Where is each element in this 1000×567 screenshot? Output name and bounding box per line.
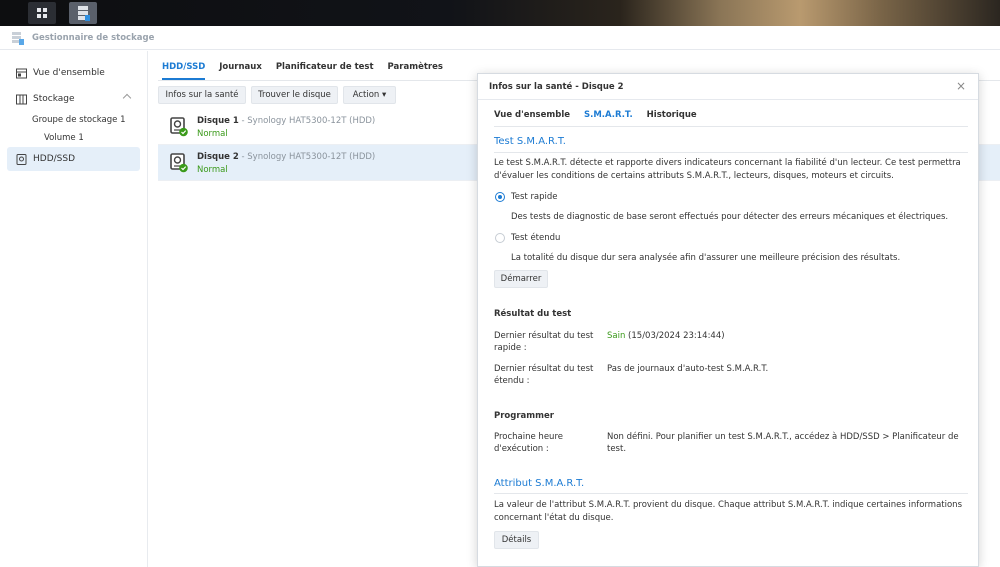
storage-icon xyxy=(16,94,27,104)
details-button[interactable]: Détails xyxy=(494,531,539,549)
main-menu-button[interactable] xyxy=(28,2,56,24)
storage-manager-taskbar-button[interactable] xyxy=(69,2,97,24)
smart-test-title: Test S.M.A.R.T. xyxy=(494,136,566,147)
taskbar xyxy=(0,0,1000,26)
tab-smart[interactable]: S.M.A.R.T. xyxy=(584,110,633,120)
dialog-tabs: Vue d'ensemble S.M.A.R.T. Historique xyxy=(494,110,711,120)
sidebar-item-storage[interactable]: Stockage xyxy=(7,87,140,111)
quick-test-radio[interactable] xyxy=(495,192,505,202)
sidebar-item-label: Stockage xyxy=(33,94,75,104)
chevron-up-icon[interactable] xyxy=(122,93,132,103)
section-divider xyxy=(494,493,968,494)
disk-model: - Synology HAT5300-12T (HDD) xyxy=(238,152,376,162)
sidebar-item-storage-pool[interactable]: Groupe de stockage 1 xyxy=(32,115,126,125)
app-header: Gestionnaire de stockage xyxy=(0,26,1000,50)
sidebar-item-hdd-ssd[interactable]: HDD/SSD xyxy=(7,147,140,171)
health-info-dialog: Infos sur la santé - Disque 2 × Vue d'en… xyxy=(477,73,979,567)
dialog-header: Infos sur la santé - Disque 2 × xyxy=(478,74,978,100)
tab-overview[interactable]: Vue d'ensemble xyxy=(494,110,570,120)
sidebar: Vue d'ensemble Stockage Groupe de stocka… xyxy=(0,51,148,567)
tab-hdd-ssd[interactable]: HDD/SSD xyxy=(162,58,206,80)
last-quick-result-label: Dernier résultat du test rapide : xyxy=(494,331,594,353)
grid-icon xyxy=(37,8,47,18)
smart-attribute-description: La valeur de l'attribut S.M.A.R.T. provi… xyxy=(494,500,962,523)
schedule-heading: Programmer xyxy=(494,411,554,421)
last-extended-result-value: Pas de journaux d'auto-test S.M.A.R.T. xyxy=(607,364,769,374)
start-button[interactable]: Démarrer xyxy=(494,270,548,288)
disk-icon xyxy=(16,153,27,165)
smart-attribute-title: Attribut S.M.A.R.T. xyxy=(494,478,585,489)
sidebar-item-label: HDD/SSD xyxy=(33,154,76,164)
next-run-value: Non défini. Pour planifier un test S.M.A… xyxy=(607,432,959,454)
hdd-healthy-icon xyxy=(170,117,188,137)
dialog-title: Infos sur la santé - Disque 2 xyxy=(489,82,624,92)
last-quick-result-value: Sain (15/03/2024 23:14:44) xyxy=(607,331,725,341)
tab-history[interactable]: Historique xyxy=(647,110,697,120)
hdd-healthy-icon xyxy=(170,153,188,173)
action-dropdown-button[interactable]: Action ▾ xyxy=(343,86,396,104)
disk-name: Disque 1 - Synology HAT5300-12T (HDD) xyxy=(197,116,376,126)
tab-settings[interactable]: Paramètres xyxy=(388,58,443,80)
disk-model: - Synology HAT5300-12T (HDD) xyxy=(238,116,376,126)
sidebar-item-label: Vue d'ensemble xyxy=(33,68,105,78)
smart-test-description: Le test S.M.A.R.T. détecte et rapporte d… xyxy=(494,158,961,181)
extended-test-radio[interactable] xyxy=(495,233,505,243)
next-run-label: Prochaine heure d'exécution : xyxy=(494,432,563,454)
disk-status: Normal xyxy=(197,165,228,175)
sidebar-item-overview[interactable]: Vue d'ensemble xyxy=(7,61,140,85)
overview-icon xyxy=(16,68,27,78)
tab-test-scheduler[interactable]: Planificateur de test xyxy=(276,58,374,80)
main-tabs: HDD/SSD Journaux Planificateur de test P… xyxy=(162,58,457,80)
disk-name: Disque 2 - Synology HAT5300-12T (HDD) xyxy=(197,152,376,162)
storage-app-icon xyxy=(78,6,90,21)
quick-test-description: Des tests de diagnostic de base seront e… xyxy=(511,212,949,222)
disk-status: Normal xyxy=(197,129,228,139)
extended-test-description: La totalité du disque dur sera analysée … xyxy=(511,253,901,263)
tab-logs[interactable]: Journaux xyxy=(219,58,262,80)
healthy-status: Sain xyxy=(607,331,626,341)
health-info-button[interactable]: Infos sur la santé xyxy=(158,86,246,104)
storage-manager-icon xyxy=(12,31,24,45)
close-icon[interactable]: × xyxy=(956,79,966,93)
test-result-heading: Résultat du test xyxy=(494,309,572,319)
dialog-tabs-divider xyxy=(494,126,968,127)
section-divider xyxy=(494,152,968,153)
app-title: Gestionnaire de stockage xyxy=(32,32,155,43)
find-disk-button[interactable]: Trouver le disque xyxy=(251,86,338,104)
sidebar-item-volume[interactable]: Volume 1 xyxy=(44,133,84,143)
extended-test-label[interactable]: Test étendu xyxy=(511,233,560,243)
quick-test-label[interactable]: Test rapide xyxy=(511,192,558,202)
last-extended-result-label: Dernier résultat du test étendu : xyxy=(494,364,594,386)
